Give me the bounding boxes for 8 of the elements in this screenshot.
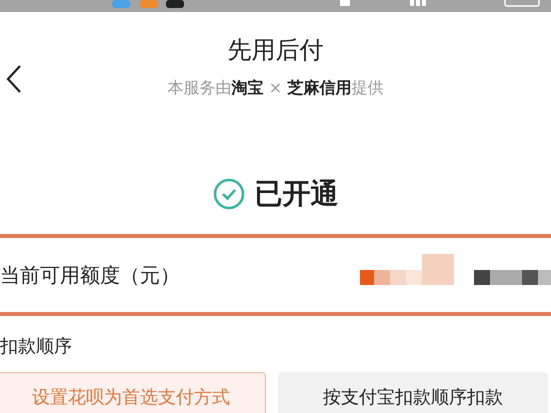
section-title: 扣款顺序: [0, 335, 73, 358]
credit-label: 当前可用额度（元）: [0, 262, 180, 288]
provider-text: 本服务由淘宝 × 芝麻信用提供: [168, 78, 384, 99]
back-icon[interactable]: [6, 64, 22, 94]
check-circle-icon: [212, 178, 244, 210]
payment-option[interactable]: 按支付宝扣款顺序扣款: [278, 372, 548, 413]
status-text: 已开通: [254, 176, 338, 212]
page-title: 先用后付: [227, 35, 324, 66]
